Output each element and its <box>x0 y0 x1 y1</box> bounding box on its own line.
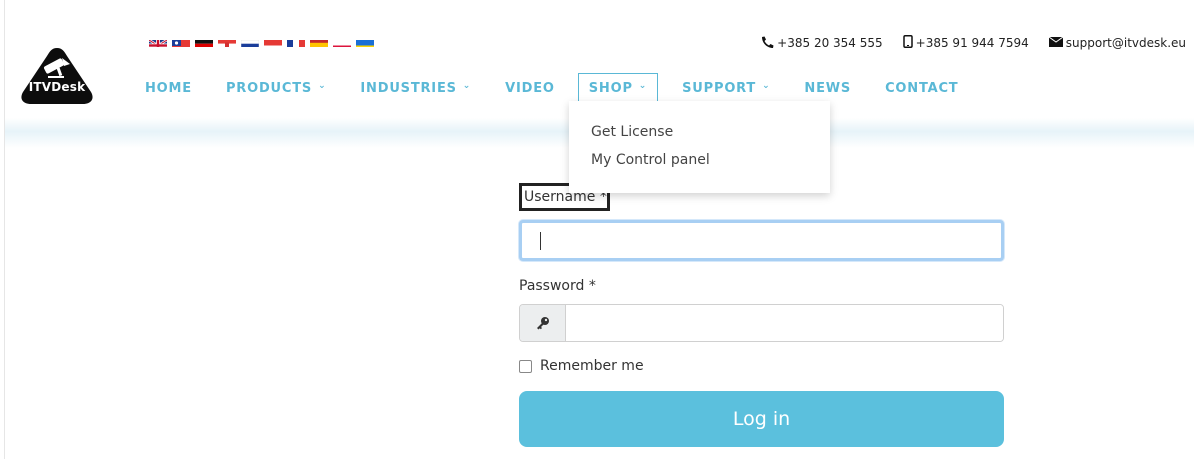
nav-video-label: VIDEO <box>505 80 555 96</box>
nav-news[interactable]: NEWS <box>804 76 851 100</box>
key-icon <box>520 305 566 341</box>
login-button[interactable]: Log in <box>519 391 1004 447</box>
password-input[interactable] <box>566 305 1003 341</box>
login-button-label: Log in <box>732 408 791 430</box>
nav-shop[interactable]: SHOP ⌄ <box>577 73 659 103</box>
poland-flag-icon[interactable] <box>333 36 351 47</box>
mobile-text: +385 91 944 7594 <box>915 36 1029 50</box>
page: ITVDesk +385 20 354 555 +385 91 944 7594… <box>0 0 1194 459</box>
nav-industries[interactable]: INDUSTRIES ⌄ <box>360 76 471 100</box>
nav-shop-label: SHOP <box>588 80 633 96</box>
menu-item-get-license[interactable]: Get License <box>591 123 830 151</box>
phone-icon <box>760 36 774 51</box>
nav-products-label: PRODUCTS <box>225 80 313 96</box>
chevron-down-icon: ⌄ <box>318 81 327 91</box>
page-edge <box>4 0 5 459</box>
menu-item-control-panel[interactable]: My Control panel <box>591 151 830 179</box>
itvdesk-logo[interactable]: ITVDesk <box>18 44 96 106</box>
logo-text: ITVDesk <box>28 80 86 94</box>
remember-me-label: Remember me <box>540 358 644 374</box>
password-label: Password * <box>519 278 596 294</box>
chevron-down-icon: ⌄ <box>462 81 472 91</box>
logo-shape-icon <box>21 48 93 104</box>
text-caret <box>540 232 541 250</box>
remember-me[interactable]: Remember me <box>519 358 644 374</box>
ukraine-flag-icon[interactable] <box>356 36 374 47</box>
mobile-contact[interactable]: +385 91 944 7594 <box>902 35 1029 51</box>
envelope-icon <box>1048 36 1064 50</box>
shop-dropdown-menu: Get License My Control panel <box>569 101 830 193</box>
nav-support-label: SUPPORT <box>682 80 757 96</box>
email-text: support@itvdesk.eu <box>1065 36 1186 50</box>
spain-flag-icon[interactable] <box>310 36 328 47</box>
france-flag-icon[interactable] <box>287 36 305 47</box>
nav-contact-label: CONTACT <box>885 80 959 96</box>
main-nav: HOME PRODUCTS ⌄ INDUSTRIES ⌄ VIDEO SHOP ⌄ S… <box>145 73 958 103</box>
phone-contact[interactable]: +385 20 354 555 <box>760 36 883 51</box>
username-input[interactable] <box>519 220 1004 261</box>
nav-video[interactable]: VIDEO <box>505 76 555 100</box>
chevron-down-icon: ⌄ <box>638 81 648 91</box>
contact-bar: +385 20 354 555 +385 91 944 7594 support… <box>760 35 1186 51</box>
phone-text: +385 20 354 555 <box>777 36 883 50</box>
uk-flag-icon[interactable] <box>149 36 167 47</box>
russia-flag-icon[interactable] <box>241 36 259 47</box>
indonesia-flag-icon[interactable] <box>264 36 282 47</box>
nav-home-label: HOME <box>145 80 192 96</box>
chevron-down-icon: ⌄ <box>762 81 771 91</box>
nav-contact[interactable]: CONTACT <box>885 76 958 100</box>
language-flags <box>149 36 374 48</box>
remember-me-checkbox[interactable] <box>519 359 532 373</box>
taiwan-flag-icon[interactable] <box>172 36 190 47</box>
nav-home[interactable]: HOME <box>145 76 192 100</box>
email-contact[interactable]: support@itvdesk.eu <box>1048 36 1186 50</box>
nav-support[interactable]: SUPPORT ⌄ <box>682 76 770 100</box>
germany-flag-icon[interactable] <box>195 36 213 47</box>
nav-news-label: NEWS <box>804 80 852 96</box>
nav-industries-label: INDUSTRIES <box>360 80 457 96</box>
password-field-group <box>519 304 1004 342</box>
mobile-icon <box>902 35 913 51</box>
croatia-flag-icon[interactable] <box>218 36 236 47</box>
nav-products[interactable]: PRODUCTS ⌄ <box>226 76 326 100</box>
